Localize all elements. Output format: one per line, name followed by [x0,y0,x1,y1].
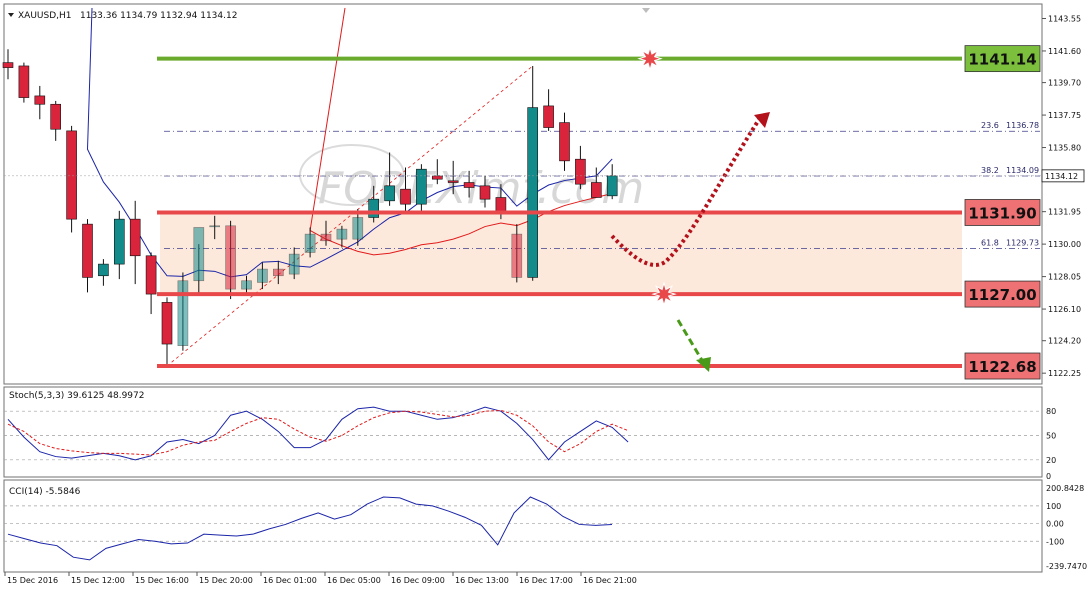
candle [225,220,236,300]
fib-level-label: 38.2 [981,166,999,175]
candle [66,125,77,233]
fib-price-label: 1129.73 [1006,239,1039,248]
candle-body [257,268,268,283]
level-label: 1131.90 [968,204,1036,222]
price-tick-label: 1131.95 [1048,208,1081,217]
cci-tick-label: 200.8428 [1046,484,1084,493]
candle-body [559,122,570,162]
candle-body [272,268,284,277]
time-tick-label: 15 Dec 2016 [7,576,58,585]
fib-level-label: 61.8 [981,239,999,248]
time-tick-label: 15 Dec 12:00 [71,576,125,585]
candle-body [66,130,77,220]
candle-body [479,185,491,200]
candle-body [495,197,507,212]
price-tick-label: 1124.20 [1048,337,1081,346]
price-tick-label: 1137.75 [1048,111,1081,120]
candle [18,62,30,103]
candle-body [463,182,475,188]
price-tick-label: 1126.10 [1048,305,1081,314]
candle-body [352,217,364,240]
candle-body [193,227,205,282]
price-tick-label: 1128.05 [1048,273,1081,282]
candle-body [368,198,380,218]
time-tick-label: 15 Dec 20:00 [199,576,253,585]
candle-body [590,182,602,198]
stoch-tick-label: 0 [1046,472,1051,481]
candle-body [416,168,427,205]
fib-price-label: 1134.09 [1006,166,1039,175]
level-label: 1122.68 [968,358,1036,376]
candle-body [209,225,220,228]
stoch-tick-label: 20 [1046,456,1056,465]
time-tick-label: 16 Dec 01:00 [263,576,317,585]
price-tick-label: 1139.70 [1048,79,1081,88]
candle-body [34,95,46,105]
level-label: 1141.14 [968,51,1036,69]
stoch-title: Stoch(5,3,3) 39.6125 48.9972 [9,391,144,401]
chart-svg: FOREXimf.com 23.61136.7838.21134.0961.81… [2,3,1087,585]
candle-body [447,180,459,183]
candle-body [161,302,173,345]
candle-body [384,185,395,202]
price-tick-label: 1141.60 [1048,47,1081,56]
candle-body [511,233,523,278]
candle-body [2,62,14,68]
ohlc-label: 1133.36 1134.79 1132.94 1134.12 [80,11,237,21]
time-tick-label: 16 Dec 21:00 [583,576,637,585]
candle-body [288,253,300,275]
price-tick-label: 1143.55 [1048,14,1081,23]
trading-chart: FOREXimf.com 23.61136.7838.21134.0961.81… [0,0,1087,591]
candle-body [18,65,30,98]
stoch-tick-label: 80 [1046,407,1056,416]
candle-body [145,255,157,295]
candle-body [241,280,252,290]
candle-body [527,107,539,278]
candle-body [129,218,141,257]
time-tick-label: 15 Dec 16:00 [135,576,189,585]
support-zone [160,212,962,295]
fib-level-label: 23.6 [981,121,999,130]
fib-price-label: 1136.78 [1006,121,1039,130]
candle-body [114,218,125,265]
stoch-tick-label: 50 [1046,432,1056,441]
time-tick-label: 16 Dec 05:00 [327,576,381,585]
candle-body [606,175,618,197]
candle-body [320,233,332,242]
candle [177,272,189,351]
candle-body [225,225,236,290]
cci-tick-label: -100 [1046,537,1064,546]
burst-marker-icon [651,281,677,307]
cci-tick-label: 100 [1046,502,1061,511]
candle-body [98,263,109,277]
price-tick-label: 1135.80 [1048,144,1081,153]
candle-body [82,223,93,278]
symbol-label: XAUUSD,H1 [18,11,72,21]
stoch-panel-frame [3,386,1043,478]
candle-body [177,280,189,347]
time-tick-label: 16 Dec 17:00 [519,576,573,585]
candle-body [400,188,411,205]
candle-body [543,105,554,128]
candle [416,164,427,211]
level-label: 1127.00 [968,286,1036,304]
cci-title: CCI(14) -5.5846 [9,487,81,497]
cci-tick-label: 0.00 [1046,520,1064,529]
price-tick-label: 1122.25 [1048,369,1081,378]
cci-panel-frame [3,479,1043,573]
burst-marker-icon [637,45,663,72]
candle-body [575,158,586,185]
price-tick-label: 1130.00 [1048,240,1081,249]
candle-body [50,103,62,130]
candle-body [304,233,316,253]
current-price-label: 1134.12 [1045,172,1078,181]
candle-body [431,175,443,180]
time-tick-label: 16 Dec 13:00 [455,576,509,585]
candle-body [336,228,348,240]
time-tick-label: 16 Dec 09:00 [391,576,445,585]
cci-tick-label: -239.7470 [1046,562,1087,571]
